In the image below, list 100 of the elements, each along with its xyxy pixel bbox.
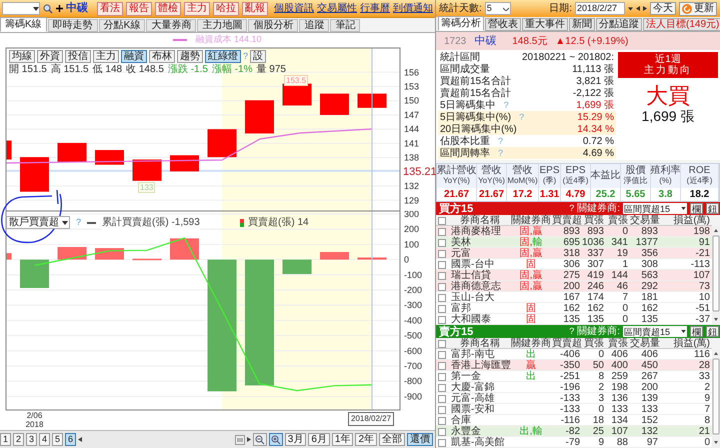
table-title: 買方15 xyxy=(439,202,474,214)
table-cell-text: 18 xyxy=(592,415,605,426)
date-label: 日期: xyxy=(549,2,572,16)
key-broker-tag: 贏 xyxy=(532,281,542,292)
stat-label: 統計區間 xyxy=(440,52,480,62)
stat-label: 佔股本比重 xyxy=(440,136,490,146)
table-cell-text: 8 xyxy=(597,371,605,382)
stat-label: 20日籌碼集中(%) xyxy=(440,124,517,134)
table-cell-text: 152 xyxy=(640,415,659,426)
table-cell-text: -37 xyxy=(694,314,711,325)
table-cell-text: 0 xyxy=(597,404,605,415)
broker-name: 瑞士信貸 xyxy=(450,270,491,281)
broker-name: 玉山-台大 xyxy=(450,292,496,303)
metric-sublabel: (近4季) xyxy=(562,176,588,186)
stock-name: 中碳 xyxy=(66,0,88,16)
table-cell-text: 695 xyxy=(562,237,581,248)
table-cell-text: 267 xyxy=(640,371,659,382)
table-cell-text: 8 xyxy=(703,415,711,426)
stat-label: 買超前15名合計 xyxy=(440,76,512,86)
metric-value: 21.67 xyxy=(478,188,506,201)
ohlc-value: 收 148.5 xyxy=(126,64,164,75)
table-cell-text: 9 xyxy=(597,437,605,448)
table-cell-text: 0 xyxy=(621,226,629,237)
stat-value: 4.69 % xyxy=(582,148,614,158)
metric-label: 營收 xyxy=(482,166,502,176)
metric-value: 25.2 xyxy=(594,188,616,201)
stat-value: 20180221 ~ 201802: xyxy=(522,52,614,62)
axis-label: -100 xyxy=(404,270,422,280)
table-cell-text: 893 xyxy=(586,226,605,237)
table-cell-text: 19 xyxy=(616,248,629,259)
table-cell-text: 50 xyxy=(592,360,605,371)
table-cell-text: 9 xyxy=(703,393,711,404)
table-cell-text: 73 xyxy=(698,281,711,292)
table-cell-text: 7 xyxy=(703,404,711,415)
key-broker-tag: 輸 xyxy=(532,426,542,437)
table-cell-text: 33 xyxy=(698,371,711,382)
key-broker-tag: 固 xyxy=(526,314,536,325)
table-cell-text: 0 xyxy=(621,314,629,325)
metric-sublabel: YoY(%) xyxy=(443,176,470,186)
key-broker-tag: 固, xyxy=(520,226,532,237)
table-cell-text: 563 xyxy=(640,270,659,281)
metric-value: 1.31 xyxy=(539,188,560,201)
axis-label: -300 xyxy=(404,300,422,310)
broker-name: 第一金 xyxy=(450,371,481,382)
table-cell-text: -251 xyxy=(558,371,581,382)
table-cell-text: 136 xyxy=(610,393,629,404)
metric-label: 本益比 xyxy=(590,171,620,181)
ohlc-value: 低 148 xyxy=(92,64,122,75)
table-cell-text: 107 xyxy=(610,426,629,437)
metric-sublabel: 淨值比 xyxy=(624,176,648,186)
trend-amount: 1,699 張 xyxy=(642,108,694,124)
axis-label: 132 xyxy=(404,181,420,192)
broker-name: 國票-台中 xyxy=(450,259,496,270)
key-broker-tag: 出 xyxy=(526,349,536,360)
trend-verdict: 大買 xyxy=(646,84,690,108)
trend-title: 近1週 xyxy=(655,54,681,65)
metric-value: 5.65 xyxy=(624,188,646,201)
table-cell-text: 97 xyxy=(646,437,659,448)
axis-label: 156 xyxy=(404,67,420,78)
table-cell-text: 198 xyxy=(692,226,711,237)
broker-name: 富邦 xyxy=(450,303,472,314)
axis-label: -600 xyxy=(404,346,422,356)
table-cell-text: 0 xyxy=(621,303,629,314)
axis-label: -400 xyxy=(404,315,422,326)
table-cell-text: 318 xyxy=(562,248,581,259)
table-cell-text: 181 xyxy=(640,292,659,303)
stock-code: 1723 xyxy=(444,34,466,48)
axis-label: -900 xyxy=(404,391,422,402)
table-cell-text: 419 xyxy=(586,270,605,281)
table-cell-text: 356 xyxy=(640,248,659,259)
table-cell-text: 307 xyxy=(586,259,605,270)
stat-value: 11,113 張 xyxy=(572,64,614,74)
metric-sublabel: YoY(%) xyxy=(478,176,505,186)
stat-label: 賣超前15名合計 xyxy=(440,88,512,98)
table-cell-text: 28 xyxy=(698,360,711,371)
table-cell-text: -133 xyxy=(558,404,581,415)
table-cell-text: -196 xyxy=(558,382,581,393)
stat-value: 3,821 張 xyxy=(576,76,614,86)
key-broker-tag: 贏 xyxy=(532,248,542,259)
metric-value: 17.2 xyxy=(512,188,534,201)
table-cell-text: -113 xyxy=(690,259,711,270)
table-cell-text: 1377 xyxy=(634,237,659,248)
table-cell-text: 21 xyxy=(698,426,711,437)
table-cell-text: 337 xyxy=(586,248,605,259)
table-cell-text: 200 xyxy=(640,382,659,393)
broker-name: 富邦-南屯 xyxy=(450,349,496,360)
table-cell-text: 400 xyxy=(610,360,629,371)
table-cell-text: 275 xyxy=(562,270,581,281)
table-cell-text: 135 xyxy=(562,314,581,325)
table-cell-text: 162 xyxy=(586,303,605,314)
table-cell-text: 1036 xyxy=(582,237,606,248)
table-cell-text: 133 xyxy=(610,404,629,415)
metric-sublabel: (季) xyxy=(542,176,556,186)
stat-label: 區間周轉率 xyxy=(440,148,490,158)
table-cell-text: 2 xyxy=(703,382,711,393)
table-cell-text: 450 xyxy=(640,360,659,371)
table-cell-text: 174 xyxy=(586,292,605,303)
table-cell-text: 0 xyxy=(703,437,711,448)
key-broker-tag: 出 xyxy=(526,371,536,382)
table-cell-text: -82 xyxy=(564,426,581,437)
